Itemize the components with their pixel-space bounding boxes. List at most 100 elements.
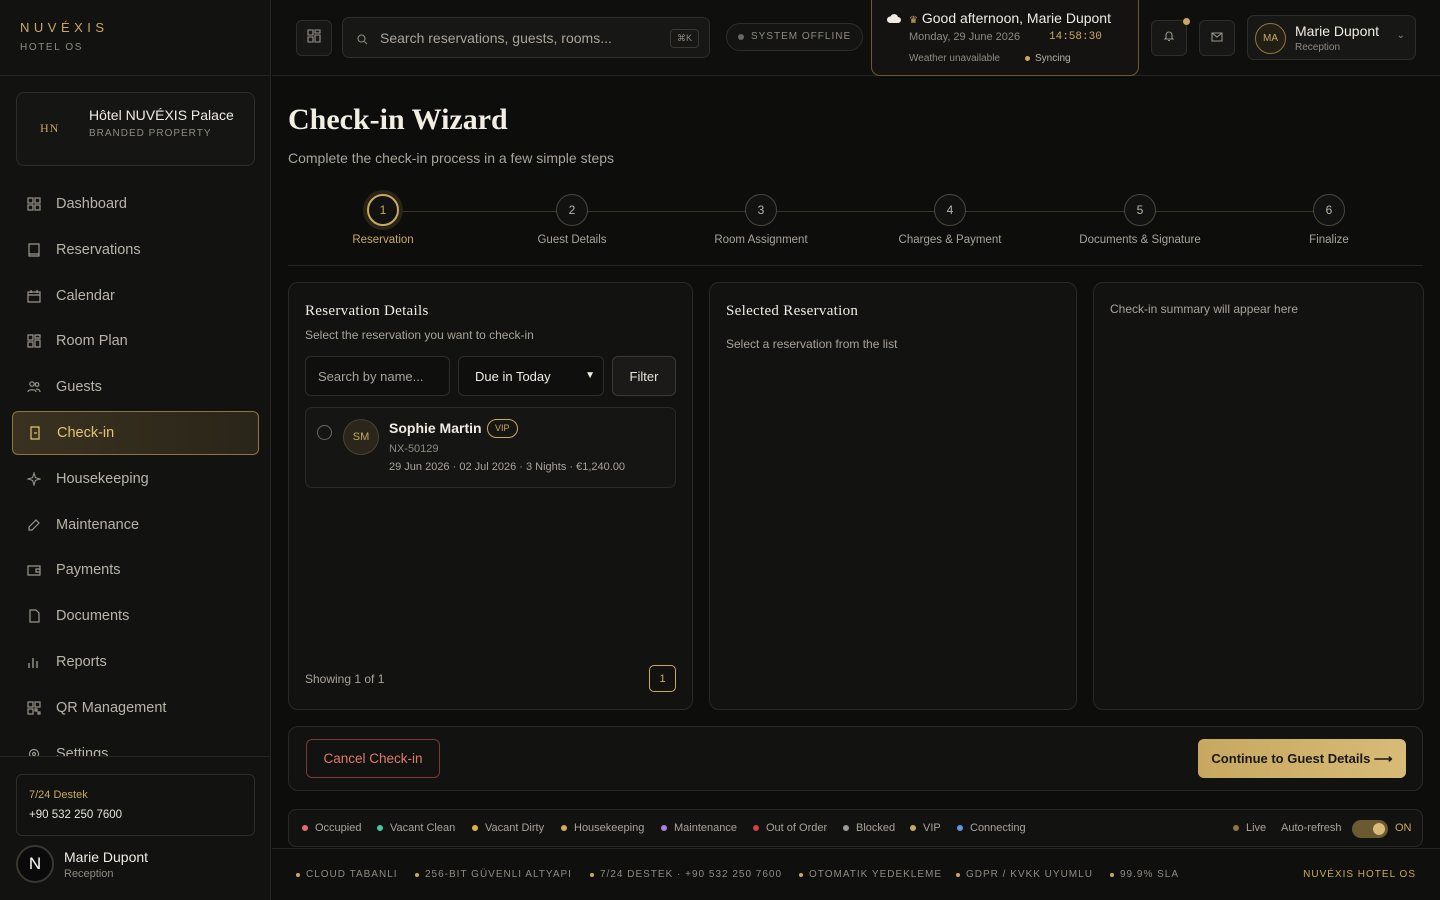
qr-icon [26, 700, 42, 716]
legend-label: Vacant Clean [390, 822, 456, 834]
auto-refresh-label: Auto-refresh [1281, 822, 1342, 834]
layout-icon [26, 333, 42, 349]
step-label: Documents & Signature [1079, 234, 1201, 246]
continue-button[interactable]: Continue to Guest Details ⟶ [1198, 739, 1406, 778]
sync-dot-icon [1025, 55, 1030, 61]
legend-label: VIP [923, 822, 941, 834]
property-card[interactable]: HN Hôtel NUVÉXIS Palace BRANDED PROPERTY [16, 92, 255, 166]
sidebar-item-dashboard[interactable]: Dashboard [12, 182, 259, 226]
wizard-stepper: 1 Reservation 2 Guest Details 3 Room Ass… [288, 194, 1423, 266]
sidebar-item-qr-management[interactable]: QR Management [12, 686, 259, 730]
live-indicator: Live [1233, 822, 1266, 834]
legend-item-maintenance: Maintenance [661, 822, 737, 834]
sidebar-item-reports[interactable]: Reports [12, 640, 259, 684]
panel-subtitle: Select the reservation you want to check… [305, 328, 534, 342]
sidebar-item-label: Room Plan [56, 333, 128, 350]
wizard-actions: Cancel Check-in Continue to Guest Detail… [288, 726, 1423, 791]
support-card[interactable]: 7/24 Destek +90 532 250 7600 [16, 774, 255, 836]
sidebar-item-payments[interactable]: Payments [12, 548, 259, 592]
auto-refresh-state: ON [1395, 822, 1412, 834]
reservation-id: NX-50129 [389, 443, 439, 455]
user-menu-button[interactable]: MA Marie Dupont Reception ⌄ [1247, 15, 1416, 60]
sidebar-item-room-plan[interactable]: Room Plan [12, 319, 259, 363]
legend-label: Connecting [970, 822, 1026, 834]
sidebar-item-guests[interactable]: Guests [12, 365, 259, 409]
guest-name: Sophie Martin [389, 420, 482, 436]
legend-label: Blocked [856, 822, 896, 834]
status-dot-icon [753, 825, 759, 831]
sidebar-item-documents[interactable]: Documents [12, 594, 259, 638]
footer-brand: NUVÉXIS HOTEL OS [1303, 869, 1416, 880]
step-guest-details[interactable]: 2 Guest Details [477, 194, 667, 246]
search-icon [357, 32, 368, 50]
sidebar-item-reservations[interactable]: Reservations [12, 228, 259, 272]
step-documents-signature[interactable]: 5 Documents & Signature [1045, 194, 1235, 246]
step-number: 4 [934, 194, 966, 226]
gear-icon [26, 746, 42, 756]
sidebar-item-settings[interactable]: Settings [12, 732, 259, 756]
page-subtitle: Complete the check-in process in a few s… [288, 150, 615, 166]
footer-item: GDPR / KVKK UYUMLU [956, 869, 1093, 880]
pagination-info: Showing 1 of 1 [305, 672, 385, 686]
step-number: 5 [1124, 194, 1156, 226]
legend-item-vacant-clean: Vacant Clean [377, 822, 455, 834]
legend-item-out-of-order: Out of Order [753, 822, 827, 834]
sidebar-item-housekeeping[interactable]: Housekeeping [12, 457, 259, 501]
step-room-assignment[interactable]: 3 Room Assignment [666, 194, 856, 246]
legend-label: Vacant Dirty [485, 822, 545, 834]
book-icon [26, 242, 42, 258]
step-reservation[interactable]: 1 Reservation [288, 194, 478, 246]
sidebar-item-label: Settings [56, 745, 109, 756]
legend-item-vacant-dirty: Vacant Dirty [472, 822, 544, 834]
status-dot-icon [843, 825, 849, 831]
user-name: Marie Dupont [1295, 23, 1380, 39]
property-name: Hôtel NUVÉXIS Palace [89, 107, 234, 123]
live-label: Live [1246, 822, 1267, 834]
greeting-text: ♛ Good afternoon, Marie Dupont [909, 10, 1111, 26]
reservation-list-item[interactable]: SM Sophie Martin VIP NX-50129 29 Jun 202… [305, 407, 676, 488]
chevron-down-icon: ▼ [585, 370, 595, 381]
pagination-page-button[interactable]: 1 [649, 665, 676, 692]
sidebar-item-label: Dashboard [56, 196, 127, 212]
crown-icon: ♛ [909, 15, 918, 26]
avatar: N [16, 845, 54, 883]
step-charges-payment[interactable]: 4 Charges & Payment [855, 194, 1045, 246]
step-label: Finalize [1309, 234, 1349, 246]
footer-item: 256-BIT GÜVENLI ALTYAPI [415, 869, 572, 880]
reservation-meta: 29 Jun 2026 · 02 Jul 2026 · 3 Nights · €… [389, 461, 626, 473]
check-in-summary-panel: Check-in summary will appear here [1093, 282, 1424, 710]
chevron-down-icon: ⌄ [1396, 30, 1405, 41]
status-dot-icon [302, 825, 308, 831]
avatar: MA [1255, 23, 1286, 54]
sidebar-item-label: Check-in [57, 424, 115, 441]
reservation-search-input[interactable]: Search by name... [305, 356, 450, 396]
global-search-input[interactable]: Search reservations, guests, rooms... ⌘K [342, 17, 710, 58]
notifications-button[interactable] [1151, 18, 1190, 56]
empty-state-text: Check-in summary will appear here [1110, 302, 1299, 316]
reservation-radio[interactable] [317, 425, 332, 440]
filter-button[interactable]: Filter [612, 356, 676, 396]
sidebar-item-label: Payments [56, 562, 121, 579]
step-finalize[interactable]: 6 Finalize [1234, 194, 1424, 246]
step-label: Guest Details [537, 234, 607, 246]
calendar-icon [26, 288, 42, 304]
sidebar-user[interactable]: N Marie Dupont Reception [16, 845, 148, 883]
sidebar-toggle-button[interactable] [296, 20, 332, 56]
auto-refresh-toggle[interactable] [1352, 820, 1388, 838]
status-dot-icon [377, 825, 383, 831]
cancel-check-in-button[interactable]: Cancel Check-in [306, 739, 440, 778]
current-date: Monday, 29 June 2026 [909, 31, 1021, 43]
status-dot-icon [661, 825, 667, 831]
greeting-label: Good afternoon, Marie Dupont [921, 10, 1111, 26]
layout-icon [307, 28, 321, 48]
sidebar-item-maintenance[interactable]: Maintenance [12, 503, 259, 547]
sidebar-nav: Dashboard Reservations Calendar Room Pla… [12, 182, 259, 756]
step-label: Charges & Payment [898, 234, 1002, 246]
sidebar-item-label: Reservations [56, 241, 141, 258]
brand-subtitle: HOTEL OS [20, 42, 83, 53]
sidebar-item-check-in[interactable]: Check-in [12, 410, 259, 455]
filter-select[interactable]: Due in Today ▼ [458, 356, 604, 396]
messages-button[interactable] [1199, 20, 1235, 56]
current-time: 14:58:30 [1049, 31, 1102, 43]
sidebar-item-calendar[interactable]: Calendar [12, 274, 259, 318]
